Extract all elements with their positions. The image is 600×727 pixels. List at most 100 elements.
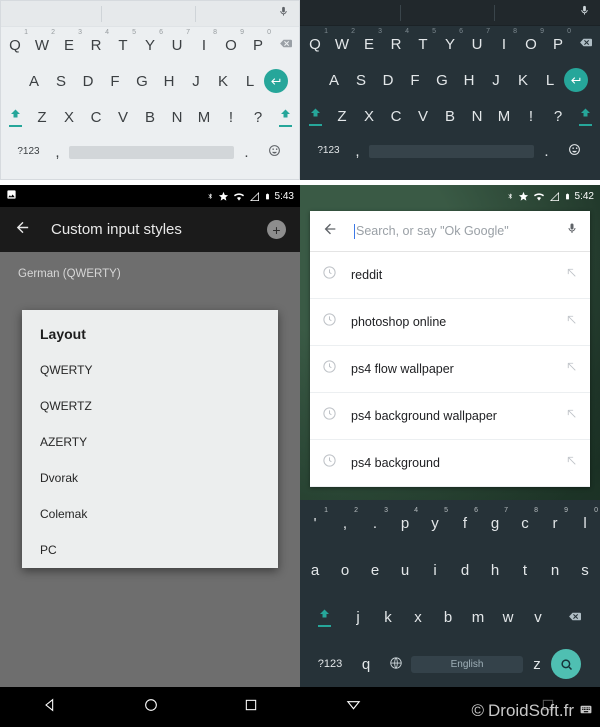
- space-key[interactable]: [368, 144, 534, 158]
- key-S[interactable]: S: [48, 74, 75, 89]
- key-Q[interactable]: 1Q: [302, 28, 329, 52]
- symbols-key[interactable]: ?123: [11, 147, 47, 157]
- shift-key[interactable]: [572, 107, 599, 126]
- key-G[interactable]: G: [129, 74, 156, 89]
- recents-square-icon[interactable]: [244, 698, 258, 717]
- key-t[interactable]: t: [510, 563, 540, 578]
- suggestion-row[interactable]: ps4 flow wallpaper: [310, 346, 590, 393]
- key-O[interactable]: 9O: [518, 28, 545, 52]
- key-J[interactable]: J: [183, 74, 210, 89]
- key-A[interactable]: A: [21, 74, 48, 89]
- key-Y[interactable]: 6Y: [137, 29, 164, 53]
- enter-key[interactable]: [263, 69, 294, 93]
- key-i[interactable]: i: [420, 563, 450, 578]
- shift-key[interactable]: [302, 107, 329, 126]
- arrow-up-left-icon[interactable]: [565, 313, 578, 331]
- key-![interactable]: !: [218, 110, 245, 125]
- mic-icon[interactable]: [278, 5, 289, 23]
- key-C[interactable]: C: [83, 110, 110, 125]
- shift-key[interactable]: [272, 108, 299, 127]
- suggestion-strip-light[interactable]: [1, 1, 299, 27]
- key-M[interactable]: M: [191, 110, 218, 125]
- key-?[interactable]: ?: [245, 110, 272, 125]
- list-item-german-qwerty[interactable]: German (QWERTY): [0, 252, 300, 280]
- mic-icon[interactable]: [579, 4, 590, 22]
- key-p[interactable]: 4p: [390, 507, 420, 531]
- key-o[interactable]: o: [330, 563, 360, 578]
- key-R[interactable]: 4R: [383, 28, 410, 52]
- key-T[interactable]: 5T: [410, 28, 437, 52]
- key-H[interactable]: H: [456, 73, 483, 88]
- key-y[interactable]: 5y: [420, 507, 450, 531]
- key-B[interactable]: B: [437, 109, 464, 124]
- key-c[interactable]: 8c: [510, 507, 540, 531]
- symbols-key[interactable]: ?123: [311, 146, 347, 156]
- mic-icon[interactable]: [566, 221, 578, 241]
- key-K[interactable]: K: [510, 73, 537, 88]
- key-r[interactable]: 9r: [540, 507, 570, 531]
- key-l[interactable]: 0l: [570, 507, 600, 531]
- suggestion-row[interactable]: ps4 background: [310, 440, 590, 487]
- shift-key[interactable]: [305, 608, 343, 627]
- home-circle-icon[interactable]: [143, 697, 159, 718]
- back-arrow-icon[interactable]: [14, 219, 31, 241]
- key-L[interactable]: L: [237, 74, 264, 89]
- key-A[interactable]: A: [321, 73, 348, 88]
- key-E[interactable]: 3E: [56, 29, 83, 53]
- suggestion-row[interactable]: photoshop online: [310, 299, 590, 346]
- key-'[interactable]: 1 ': [300, 507, 330, 531]
- key-k[interactable]: k: [373, 610, 403, 625]
- key-Q[interactable]: 1Q: [2, 29, 29, 53]
- key-Y[interactable]: 6Y: [437, 28, 464, 52]
- space-key[interactable]: [68, 145, 234, 159]
- arrow-up-left-icon[interactable]: [565, 454, 578, 472]
- period-key[interactable]: .: [534, 144, 560, 159]
- period-key[interactable]: .: [234, 145, 260, 160]
- emoji-icon[interactable]: [260, 144, 290, 160]
- key-F[interactable]: F: [102, 74, 129, 89]
- key-T[interactable]: 5T: [110, 29, 137, 53]
- key-m[interactable]: m: [463, 610, 493, 625]
- suggestion-row[interactable]: reddit: [310, 252, 590, 299]
- key-J[interactable]: J: [483, 73, 510, 88]
- key-U[interactable]: 7U: [464, 28, 491, 52]
- key-,[interactable]: 2,: [330, 507, 360, 531]
- key-P[interactable]: 0P: [245, 29, 272, 53]
- comma-key[interactable]: ,: [347, 144, 369, 159]
- key-L[interactable]: L: [537, 73, 564, 88]
- back-triangle-icon[interactable]: [345, 696, 362, 718]
- key-w[interactable]: w: [493, 610, 523, 625]
- key-Z[interactable]: Z: [329, 109, 356, 124]
- key-D[interactable]: D: [375, 73, 402, 88]
- arrow-up-left-icon[interactable]: [565, 360, 578, 378]
- search-key[interactable]: [551, 649, 591, 679]
- key-R[interactable]: 4R: [83, 29, 110, 53]
- search-input[interactable]: Search, or say "Ok Google": [356, 224, 566, 238]
- dialog-option[interactable]: PC: [22, 532, 278, 568]
- key-h[interactable]: h: [480, 563, 510, 578]
- key-F[interactable]: F: [402, 73, 429, 88]
- key-D[interactable]: D: [75, 74, 102, 89]
- back-arrow-icon[interactable]: [322, 221, 338, 242]
- key-N[interactable]: N: [464, 109, 491, 124]
- key-E[interactable]: 3E: [356, 28, 383, 52]
- key-W[interactable]: 2W: [29, 29, 56, 53]
- key-d[interactable]: d: [450, 563, 480, 578]
- key-e[interactable]: e: [360, 563, 390, 578]
- arrow-up-left-icon[interactable]: [565, 407, 578, 425]
- key-b[interactable]: b: [433, 610, 463, 625]
- backspace-key[interactable]: [272, 37, 299, 53]
- key-U[interactable]: 7U: [164, 29, 191, 53]
- key-V[interactable]: V: [410, 109, 437, 124]
- symbols-key[interactable]: ?123: [309, 658, 351, 670]
- dialog-option[interactable]: Dvorak: [22, 460, 278, 496]
- enter-key[interactable]: [563, 68, 594, 92]
- key-f[interactable]: 6f: [450, 507, 480, 531]
- key-u[interactable]: u: [390, 563, 420, 578]
- key-n[interactable]: n: [540, 563, 570, 578]
- dialog-option[interactable]: Colemak: [22, 496, 278, 532]
- key-I[interactable]: 8I: [491, 28, 518, 52]
- key-P[interactable]: 0P: [545, 28, 572, 52]
- key-K[interactable]: K: [210, 74, 237, 89]
- key-x[interactable]: x: [403, 610, 433, 625]
